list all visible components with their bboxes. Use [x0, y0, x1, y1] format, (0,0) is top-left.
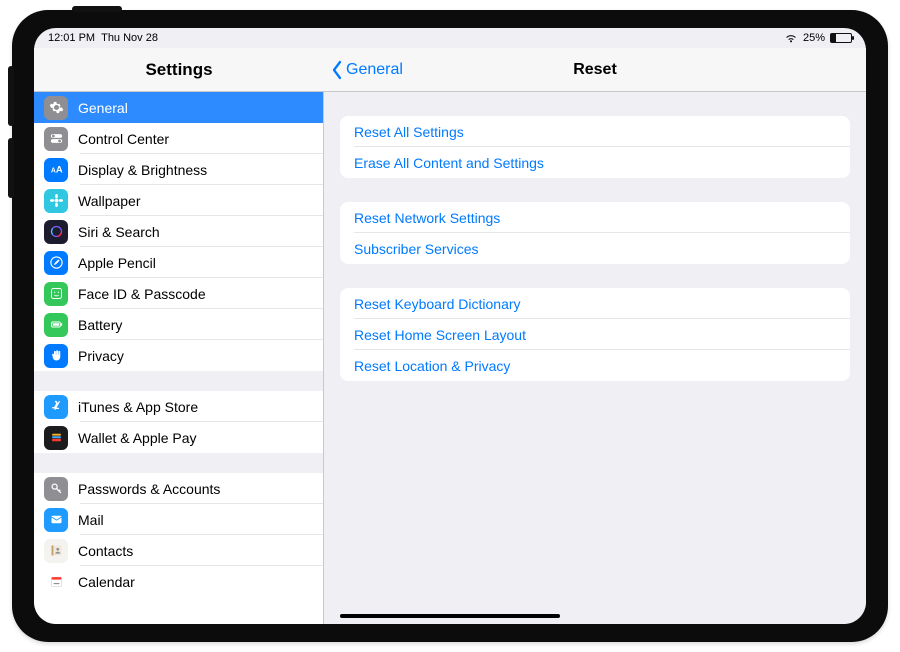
svg-text:A: A	[55, 165, 62, 175]
sidebar-item-itunes[interactable]: iTunes & App Store	[34, 391, 323, 422]
sidebar-item-label: Display & Brightness	[78, 162, 207, 178]
sidebar-item-passwords[interactable]: Passwords & Accounts	[34, 473, 323, 504]
volume-button	[8, 138, 14, 198]
sidebar-item-display[interactable]: AA Display & Brightness	[34, 154, 323, 185]
settings-sidebar[interactable]: General Control Center AA Display & Brightn…	[34, 92, 324, 624]
nav-title-reset: Reset	[324, 61, 866, 79]
sidebar-group-separator	[34, 453, 323, 473]
nav-title-settings: Settings	[34, 48, 324, 91]
gear-icon	[44, 96, 68, 120]
sidebar-item-label: Contacts	[78, 543, 133, 559]
reset-option-erase-all[interactable]: Erase All Content and Settings	[340, 147, 850, 178]
flower-icon	[44, 189, 68, 213]
sidebar-item-label: Mail	[78, 512, 104, 528]
sidebar-item-control-center[interactable]: Control Center	[34, 123, 323, 154]
wifi-icon	[784, 33, 798, 43]
sidebar-item-label: Control Center	[78, 131, 169, 147]
screen: 12:01 PM Thu Nov 28 25% Settings General…	[34, 28, 866, 624]
mail-icon	[44, 508, 68, 532]
sidebar-item-wallet[interactable]: Wallet & Apple Pay	[34, 422, 323, 453]
reset-option-reset-network[interactable]: Reset Network Settings	[340, 202, 850, 233]
sidebar-item-pencil[interactable]: Apple Pencil	[34, 247, 323, 278]
sidebar-item-siri[interactable]: Siri & Search	[34, 216, 323, 247]
sidebar-item-label: Siri & Search	[78, 224, 160, 240]
sidebar-item-label: iTunes & App Store	[78, 399, 198, 415]
chevron-left-icon	[330, 60, 344, 80]
sidebar-item-label: Apple Pencil	[78, 255, 156, 271]
hand-icon	[44, 344, 68, 368]
sidebar-item-label: Face ID & Passcode	[78, 286, 206, 302]
detail-group: Reset Network SettingsSubscriber Service…	[340, 202, 850, 264]
battery-icon	[44, 313, 68, 337]
sidebar-item-mail[interactable]: Mail	[34, 504, 323, 535]
siri-icon	[44, 220, 68, 244]
reset-option-reset-keyboard[interactable]: Reset Keyboard Dictionary	[340, 288, 850, 319]
aa-icon: AA	[44, 158, 68, 182]
sidebar-item-label: General	[78, 100, 128, 116]
svg-text:—: —	[53, 581, 59, 587]
sidebar-item-label: Battery	[78, 317, 122, 333]
sidebar-item-label: Privacy	[78, 348, 124, 364]
sidebar-item-label: Wallet & Apple Pay	[78, 430, 197, 446]
contacts-icon	[44, 539, 68, 563]
sidebar-item-calendar[interactable]: — Calendar	[34, 566, 323, 597]
reset-option-reset-all[interactable]: Reset All Settings	[340, 116, 850, 147]
sidebar-item-wallpaper[interactable]: Wallpaper	[34, 185, 323, 216]
pencil-icon	[44, 251, 68, 275]
sidebar-item-label: Wallpaper	[78, 193, 141, 209]
sidebar-item-privacy[interactable]: Privacy	[34, 340, 323, 371]
calendar-icon: —	[44, 570, 68, 594]
reset-option-reset-location[interactable]: Reset Location & Privacy	[340, 350, 850, 381]
key-icon	[44, 477, 68, 501]
sidebar-group-separator	[34, 371, 323, 391]
detail-pane: Reset All SettingsErase All Content and …	[324, 92, 866, 624]
status-bar: 12:01 PM Thu Nov 28 25%	[34, 28, 866, 48]
reset-option-reset-home[interactable]: Reset Home Screen Layout	[340, 319, 850, 350]
face-icon	[44, 282, 68, 306]
sidebar-item-general[interactable]: General	[34, 92, 323, 123]
switches-icon	[44, 127, 68, 151]
battery-percent: 25%	[803, 32, 825, 44]
sidebar-item-label: Passwords & Accounts	[78, 481, 220, 497]
detail-group: Reset All SettingsErase All Content and …	[340, 116, 850, 178]
svg-text:A: A	[50, 168, 55, 175]
sidebar-item-battery[interactable]: Battery	[34, 309, 323, 340]
ipad-bezel: 12:01 PM Thu Nov 28 25% Settings General…	[12, 10, 888, 642]
detail-group: Reset Keyboard DictionaryReset Home Scre…	[340, 288, 850, 381]
appstore-icon	[44, 395, 68, 419]
battery-icon	[830, 33, 852, 43]
reset-option-subscriber[interactable]: Subscriber Services	[340, 233, 850, 264]
back-label: General	[346, 61, 403, 79]
navigation-bars: Settings General Reset	[34, 48, 866, 92]
home-indicator[interactable]	[340, 614, 560, 618]
sidebar-item-contacts[interactable]: Contacts	[34, 535, 323, 566]
sidebar-item-label: Calendar	[78, 574, 135, 590]
sidebar-item-faceid[interactable]: Face ID & Passcode	[34, 278, 323, 309]
wallet-icon	[44, 426, 68, 450]
status-time: 12:01 PM	[48, 32, 95, 44]
status-date: Thu Nov 28	[101, 32, 158, 44]
back-button[interactable]: General	[324, 60, 403, 80]
